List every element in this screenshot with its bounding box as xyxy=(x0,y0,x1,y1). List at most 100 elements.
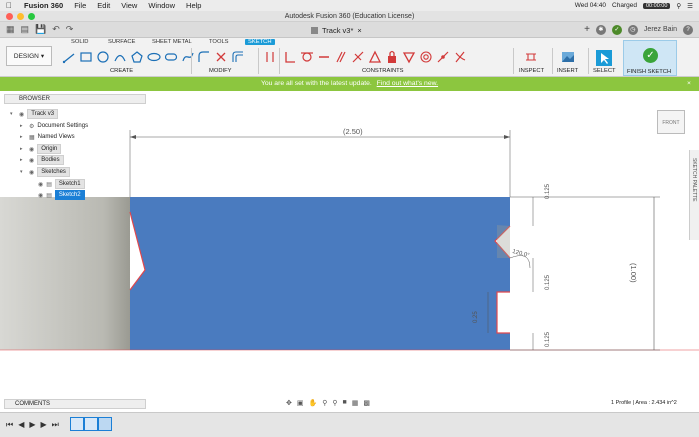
concentric-icon[interactable] xyxy=(419,50,433,64)
expand-icon[interactable]: ▾ xyxy=(10,111,16,117)
equal-icon[interactable] xyxy=(368,50,382,64)
timeline-feature-extrude[interactable] xyxy=(84,417,98,431)
browser-node-sketch2[interactable]: ◉ ▤ Sketch2 xyxy=(38,190,85,200)
data-panel-icon[interactable]: ▦ xyxy=(6,24,15,35)
dimension-label-d1[interactable]: 0.125 xyxy=(545,184,551,199)
redo-icon[interactable]: ↷ xyxy=(66,24,74,35)
extensions-icon[interactable]: ✱ xyxy=(595,24,606,35)
browser-node-named-views[interactable]: ▸ ▦ Named Views xyxy=(20,132,75,142)
fillet-tool-icon[interactable] xyxy=(197,50,211,64)
sketch-palette-tab[interactable]: SKETCH PALETTE xyxy=(689,150,699,240)
trim-tool-icon[interactable] xyxy=(214,50,228,64)
offset-tool-icon[interactable] xyxy=(231,50,245,64)
browser-node-bodies[interactable]: ▸ ◉ Bodies xyxy=(20,155,64,165)
sketch-profile[interactable] xyxy=(130,197,510,350)
insert-group-label[interactable]: INSERT xyxy=(557,68,578,74)
step-forward-icon[interactable]: ▶ xyxy=(41,420,47,430)
step-back-icon[interactable]: ◀ xyxy=(18,420,24,430)
tab-sketch[interactable]: SKETCH xyxy=(245,39,275,45)
inspect-group-label[interactable]: INSPECT xyxy=(519,68,544,74)
browser-node-document-settings[interactable]: ▸ ⚙ Document Settings xyxy=(20,121,88,131)
expand-icon[interactable]: ▸ xyxy=(20,157,26,163)
parallel-icon[interactable] xyxy=(334,50,348,64)
close-notification-icon[interactable]: × xyxy=(687,77,691,91)
dimension-width-label[interactable]: (2.50) xyxy=(343,127,363,136)
display-settings-icon[interactable]: ■ xyxy=(343,399,347,407)
measure-icon[interactable] xyxy=(524,50,538,64)
select-group-label[interactable]: SELECT xyxy=(593,68,616,74)
zoom-window-icon[interactable] xyxy=(28,13,35,20)
browser-panel-header[interactable]: BROWSER xyxy=(4,94,146,104)
finish-sketch-button[interactable]: ✓ FINISH SKETCH xyxy=(623,40,677,76)
timeline-feature-sketch2[interactable] xyxy=(98,417,112,431)
dimension-label-d3[interactable]: 0.125 xyxy=(545,332,551,347)
visibility-icon[interactable]: ◉ xyxy=(38,181,43,188)
menu-app[interactable]: Fusion 360 xyxy=(24,1,63,10)
job-status-icon[interactable]: ✓ xyxy=(611,24,622,35)
visibility-icon[interactable]: ◉ xyxy=(29,146,34,153)
sketch-dimension-icon[interactable] xyxy=(263,50,277,64)
save-icon[interactable]: 💾 xyxy=(35,24,46,35)
grid-snap-icon[interactable]: ▦ xyxy=(352,399,359,407)
menu-list-icon[interactable]: ☰ xyxy=(687,2,693,10)
browser-node-sketches[interactable]: ▾ ◉ Sketches xyxy=(20,167,70,177)
perpendicular-icon[interactable] xyxy=(283,50,297,64)
expand-icon[interactable]: ▾ xyxy=(20,169,26,175)
undo-icon[interactable]: ↶ xyxy=(52,24,60,35)
create-group-label[interactable]: CREATE xyxy=(110,68,133,74)
modify-group-label[interactable]: MODIFY xyxy=(209,68,232,74)
menu-window[interactable]: Window xyxy=(148,1,175,10)
line-tool-icon[interactable] xyxy=(62,50,76,64)
file-menu-icon[interactable]: ▤ xyxy=(21,24,30,35)
horizontal-icon[interactable] xyxy=(317,50,331,64)
expand-icon[interactable]: ▸ xyxy=(20,134,26,140)
expand-icon[interactable]: ▸ xyxy=(20,146,26,152)
dimension-label-d2[interactable]: 0.125 xyxy=(545,275,551,290)
coincident-icon[interactable] xyxy=(436,50,450,64)
slot-tool-icon[interactable] xyxy=(164,50,178,64)
constraints-group-label[interactable]: CONSTRAINTS xyxy=(362,68,404,74)
zoom-icon[interactable]: ⚲ xyxy=(322,399,327,407)
visibility-icon[interactable]: ◉ xyxy=(38,192,43,199)
sketch-line-slot[interactable] xyxy=(496,291,510,334)
menu-help[interactable]: Help xyxy=(186,1,201,10)
apple-icon[interactable]:  xyxy=(6,1,16,10)
tab-tools[interactable]: TOOLS xyxy=(206,39,232,45)
comments-panel-header[interactable]: COMMENTS xyxy=(4,399,146,409)
dimension-height-label[interactable]: (1.00) xyxy=(629,263,638,283)
collinear-icon[interactable] xyxy=(402,50,416,64)
symmetry-icon[interactable] xyxy=(453,50,467,64)
tab-surface[interactable]: SURFACE xyxy=(105,39,138,45)
tab-sheet-metal[interactable]: SHEET METAL xyxy=(149,39,195,45)
document-tab[interactable]: Track v3* × xyxy=(305,24,368,36)
browser-node-sketch1[interactable]: ◉ ▤ Sketch1 xyxy=(38,179,85,189)
forward-end-icon[interactable]: ⏭ xyxy=(52,420,59,430)
fix-lock-icon[interactable] xyxy=(385,50,399,64)
menu-edit[interactable]: Edit xyxy=(97,1,110,10)
timeline-feature-sketch1[interactable] xyxy=(70,417,84,431)
help-icon[interactable]: ? xyxy=(683,24,693,35)
rectangle-tool-icon[interactable] xyxy=(79,50,93,64)
workspace-switcher[interactable]: DESIGN ▾ xyxy=(6,46,52,66)
user-name[interactable]: Jerez Bain xyxy=(644,26,677,33)
expand-icon[interactable]: ▸ xyxy=(20,123,26,129)
select-arrow-icon[interactable] xyxy=(596,50,612,66)
rewind-icon[interactable]: ⏮ xyxy=(6,420,13,430)
minimize-window-icon[interactable] xyxy=(17,13,24,20)
insert-image-icon[interactable] xyxy=(561,50,575,64)
midpoint-icon[interactable] xyxy=(351,50,365,64)
notifications-icon[interactable]: ◷ xyxy=(627,24,638,35)
circle-tool-icon[interactable] xyxy=(96,50,110,64)
arc-tool-icon[interactable] xyxy=(113,50,127,64)
pan-hand-icon[interactable]: ✋ xyxy=(309,399,318,407)
close-tab-icon[interactable]: × xyxy=(357,26,361,35)
close-window-icon[interactable] xyxy=(6,13,13,20)
view-cube[interactable]: FRONT xyxy=(657,110,685,134)
menu-file[interactable]: File xyxy=(74,1,86,10)
viewports-icon[interactable]: ▩ xyxy=(363,399,370,407)
whats-new-link[interactable]: Find out what's new. xyxy=(377,80,438,87)
visibility-icon[interactable]: ◉ xyxy=(29,157,34,164)
browser-node-origin[interactable]: ▸ ◉ Origin xyxy=(20,144,62,154)
dimension-label-d4[interactable]: 0.25 xyxy=(473,311,479,323)
tab-solid[interactable]: SOLID xyxy=(68,39,91,45)
